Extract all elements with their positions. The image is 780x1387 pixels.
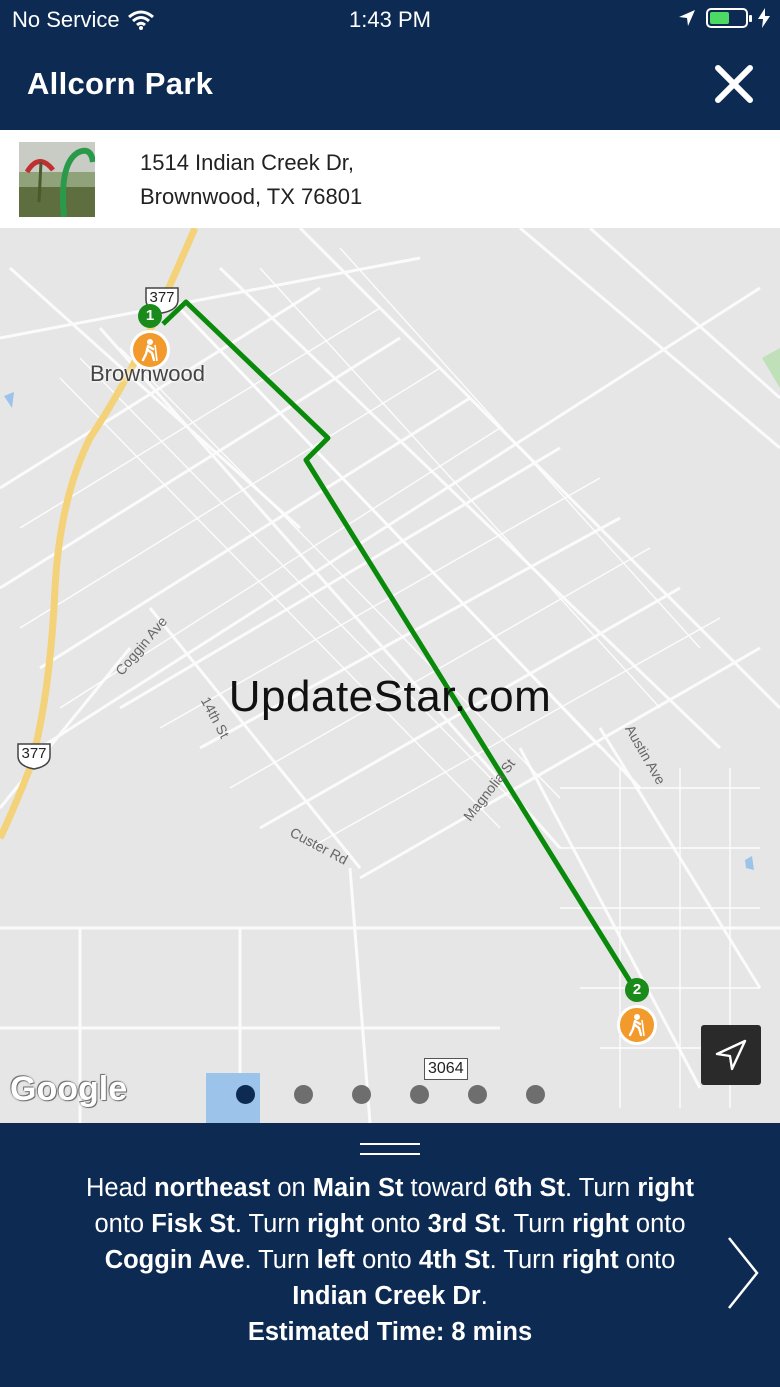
direction-keyword: Indian Creek Dr xyxy=(292,1282,481,1310)
hiker-icon[interactable] xyxy=(130,330,170,370)
direction-text: . Turn xyxy=(489,1246,562,1274)
page-dot[interactable] xyxy=(351,1085,371,1104)
direction-keyword: northeast xyxy=(154,1174,271,1202)
direction-keyword: right xyxy=(572,1210,629,1238)
direction-text: . Turn xyxy=(499,1210,573,1238)
direction-keyword: right xyxy=(307,1210,364,1238)
highway-shield-label: 377 xyxy=(21,745,47,762)
page-dot[interactable] xyxy=(525,1085,545,1104)
direction-text: . Turn xyxy=(234,1210,308,1238)
direction-text: on xyxy=(270,1174,313,1202)
direction-text: . Turn xyxy=(244,1246,317,1274)
estimated-time: Estimated Time: 8 mins xyxy=(247,1318,533,1346)
route-start-marker[interactable]: 1 xyxy=(138,304,162,328)
page-dot[interactable] xyxy=(409,1085,429,1104)
close-icon[interactable] xyxy=(714,64,754,104)
address-card[interactable]: 1514 Indian Creek Dr, Brownwood, TX 7680… xyxy=(0,130,780,228)
direction-text: onto xyxy=(628,1210,686,1238)
page-dot[interactable] xyxy=(467,1085,487,1104)
hiker-icon[interactable] xyxy=(617,1005,657,1045)
battery-icon xyxy=(706,8,752,28)
direction-keyword: right xyxy=(637,1174,694,1202)
route-shield-3064: 3064 xyxy=(424,1058,468,1080)
direction-text: Head xyxy=(86,1174,155,1202)
direction-text: toward xyxy=(403,1174,495,1202)
direction-text: . Turn xyxy=(565,1174,638,1202)
direction-steps: Head northeast on Main St toward 6th St.… xyxy=(86,1174,694,1310)
battery-fill xyxy=(710,12,729,24)
page-title: Allcorn Park xyxy=(27,66,214,101)
direction-keyword: Coggin Ave xyxy=(104,1246,245,1274)
direction-keyword: Main St xyxy=(312,1174,404,1202)
locate-me-button[interactable] xyxy=(701,1025,761,1085)
address: 1514 Indian Creek Dr, Brownwood, TX 7680… xyxy=(140,146,362,214)
direction-keyword: left xyxy=(316,1246,355,1274)
page-indicator[interactable] xyxy=(0,1085,780,1104)
page-dot[interactable] xyxy=(235,1085,255,1104)
nav-header: Allcorn Park xyxy=(0,40,780,130)
charging-bolt-icon xyxy=(758,8,770,28)
direction-text: onto xyxy=(363,1210,428,1238)
direction-text: onto xyxy=(355,1246,419,1274)
highway-shield-377-left: 377 xyxy=(15,742,53,770)
status-bar: No Service 1:43 PM xyxy=(0,0,780,40)
directions-panel: Head northeast on Main St toward 6th St.… xyxy=(0,1123,780,1387)
location-arrow-icon xyxy=(679,10,695,26)
park-thumbnail xyxy=(19,142,95,217)
address-line-2: Brownwood, TX 76801 xyxy=(140,184,363,209)
map-view[interactable]: 377 377 3064 Coggin Ave 14th St Custer R… xyxy=(0,228,780,1123)
chevron-right-icon[interactable] xyxy=(726,1235,760,1311)
status-right xyxy=(678,8,770,28)
direction-keyword: 4th St xyxy=(418,1246,490,1274)
address-line-1: 1514 Indian Creek Dr, xyxy=(140,150,355,175)
direction-keyword: Fisk St xyxy=(151,1210,235,1238)
status-time: 1:43 PM xyxy=(349,7,431,32)
page-dot[interactable] xyxy=(293,1085,313,1104)
drag-handle-icon[interactable] xyxy=(360,1143,420,1155)
directions-text: Head northeast on Main St toward 6th St.… xyxy=(70,1170,710,1350)
route-end-marker[interactable]: 2 xyxy=(625,978,649,1002)
direction-text: onto xyxy=(94,1210,152,1238)
navigation-arrow-icon xyxy=(715,1039,747,1071)
direction-keyword: 3rd St xyxy=(427,1210,500,1238)
watermark: UpdateStar.com xyxy=(228,672,552,721)
direction-keyword: 6th St xyxy=(494,1174,566,1202)
direction-keyword: right xyxy=(561,1246,619,1274)
direction-text: . xyxy=(480,1282,488,1310)
direction-text: onto xyxy=(618,1246,676,1274)
